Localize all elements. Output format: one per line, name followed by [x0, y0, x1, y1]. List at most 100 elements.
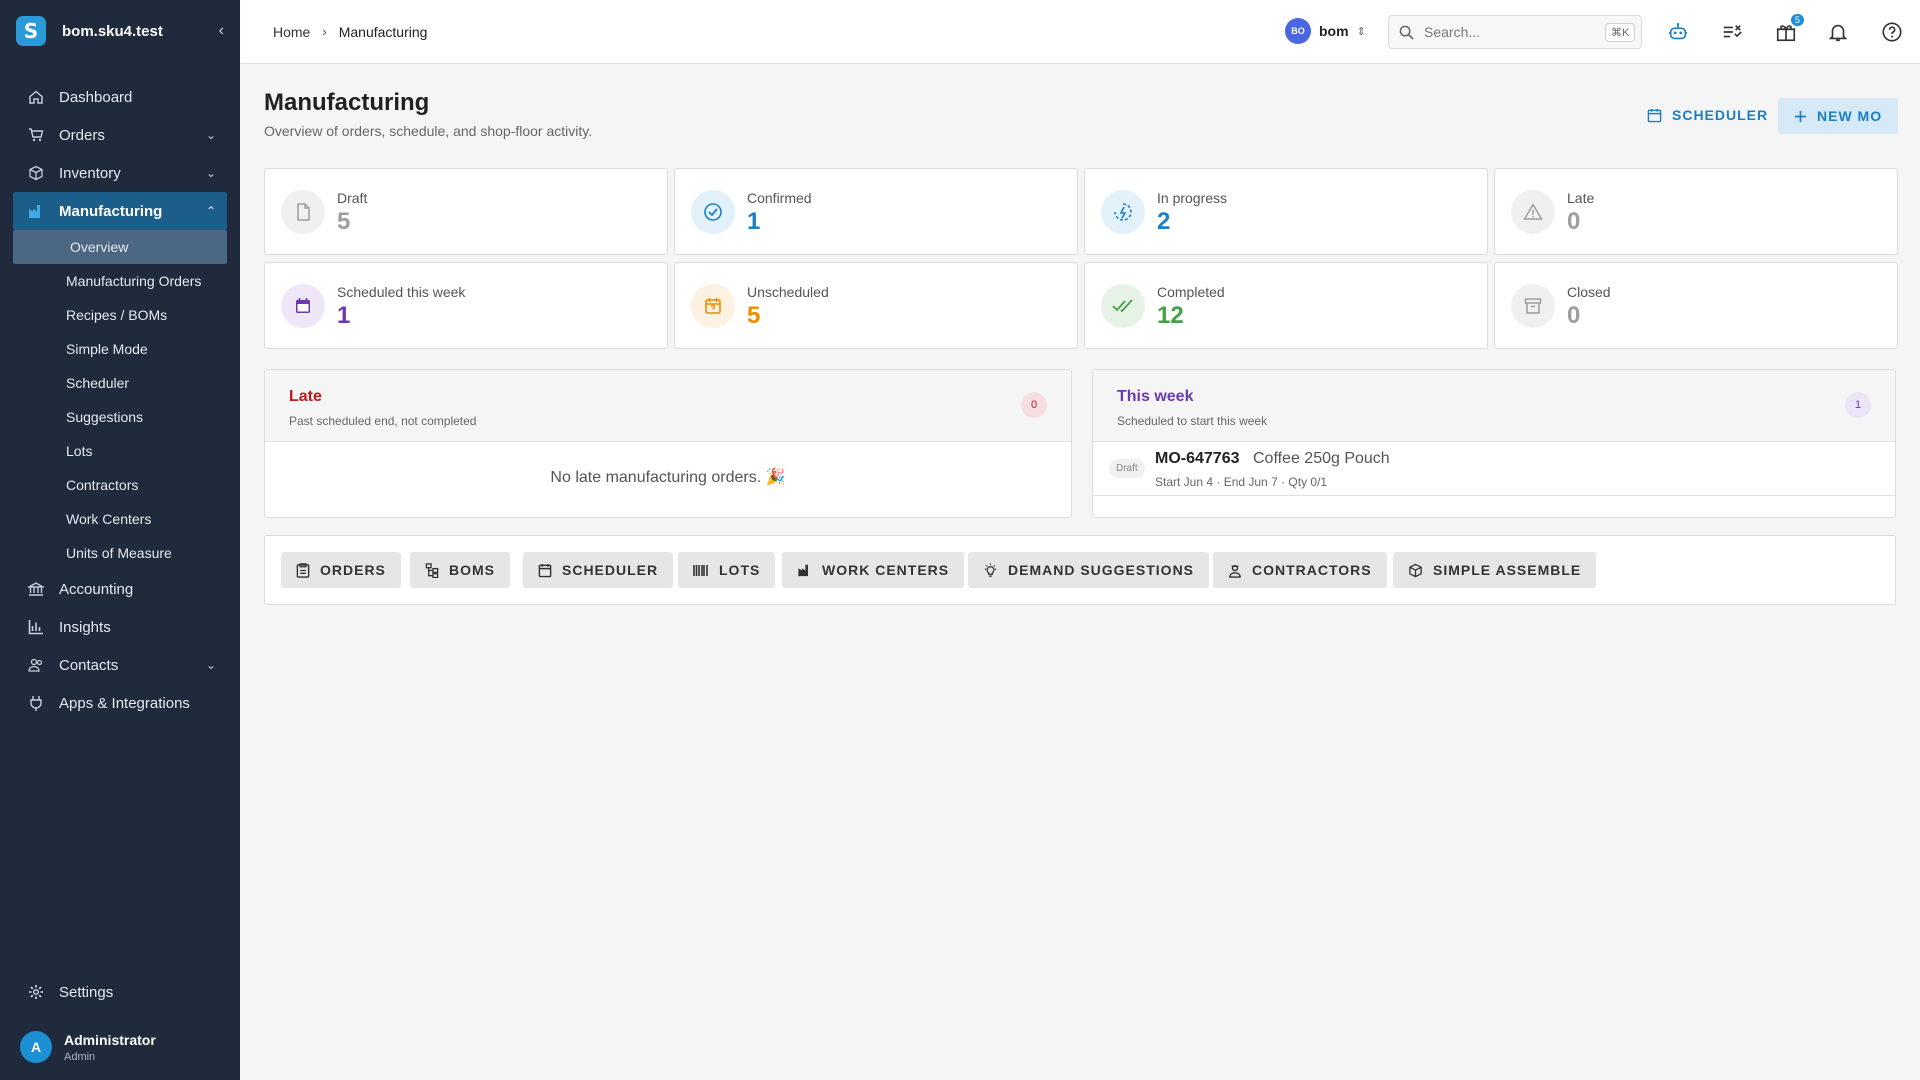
sidebar-header: S bom.sku4.test ‹ [0, 0, 240, 62]
unfold-icon: ⇕ [1356, 25, 1366, 38]
tasks-checklist-icon[interactable] [1720, 20, 1744, 44]
sidebar-item-label: Contacts [59, 656, 119, 674]
demand-suggestions-link-button[interactable]: DEMAND SUGGESTIONS [968, 552, 1210, 588]
organization-name[interactable]: bom.sku4.test [62, 23, 219, 40]
sidebar-subitem-suggestions[interactable]: Suggestions [0, 400, 240, 434]
user-role: Admin [64, 1050, 96, 1063]
sidebar-subitem-scheduler[interactable]: Scheduler [0, 366, 240, 400]
chevron-up-icon: ⌃ [205, 204, 216, 218]
quick-link-label: SIMPLE ASSEMBLE [1433, 562, 1582, 578]
sidebar-subitem-work-centers[interactable]: Work Centers [0, 502, 240, 536]
calendar-icon [538, 563, 552, 578]
sidebar-item-apps-integrations[interactable]: Apps & Integrations [0, 684, 240, 722]
plug-icon [28, 695, 44, 711]
workspace-badge: BO [1285, 18, 1311, 44]
contractors-link-button[interactable]: CONTRACTORS [1213, 552, 1387, 588]
help-icon[interactable] [1880, 20, 1904, 44]
stat-label: Late [1567, 190, 1595, 206]
people-icon [28, 657, 44, 673]
quick-link-label: WORK CENTERS [822, 562, 950, 578]
stat-value: 0 [1567, 302, 1581, 329]
breadcrumb-separator: › [322, 24, 327, 39]
stat-card-closed[interactable]: Closed 0 [1494, 262, 1898, 349]
search-icon [1399, 25, 1414, 40]
chevron-down-icon: ⌄ [205, 658, 216, 672]
stat-value: 1 [337, 302, 351, 329]
avatar: A [20, 1031, 52, 1063]
scheduler-button[interactable]: SCHEDULER [1637, 98, 1778, 132]
breadcrumb-current: Manufacturing [338, 23, 428, 40]
box-icon [28, 165, 44, 181]
stat-card-unscheduled[interactable]: Unscheduled 5 [674, 262, 1078, 349]
stat-value: 1 [747, 208, 761, 235]
chevron-down-icon: ⌄ [205, 166, 216, 180]
app-logo[interactable]: S [16, 16, 46, 46]
stat-card-confirmed[interactable]: Confirmed 1 [674, 168, 1078, 255]
stat-card-completed[interactable]: Completed 12 [1084, 262, 1488, 349]
stat-value: 12 [1157, 302, 1184, 329]
sidebar-subitem-overview[interactable]: Overview [13, 230, 227, 264]
work-centers-link-button[interactable]: WORK CENTERS [782, 552, 965, 588]
user-profile[interactable]: A Administrator Admin [0, 1024, 240, 1070]
sidebar-subitem-units-of-measure[interactable]: Units of Measure [0, 536, 240, 570]
quick-link-label: DEMAND SUGGESTIONS [1008, 562, 1195, 578]
plus-icon [1794, 110, 1807, 123]
sidebar-item-manufacturing[interactable]: Manufacturing ⌃ [13, 192, 227, 230]
sidebar-item-label: Orders [59, 126, 105, 144]
stat-card-scheduled-this-week[interactable]: Scheduled this week 1 [264, 262, 668, 349]
sidebar-subitem-recipes-boms[interactable]: Recipes / BOMs [0, 298, 240, 332]
sidebar-subitem-simple-mode[interactable]: Simple Mode [0, 332, 240, 366]
search-input[interactable] [1424, 24, 1605, 40]
workspace-switcher[interactable]: BO bom ⇕ [1285, 18, 1366, 44]
boms-link-button[interactable]: BOMS [410, 552, 510, 588]
bell-icon[interactable] [1826, 20, 1850, 44]
stat-value: 0 [1567, 208, 1581, 235]
gift-icon[interactable]: 5 [1774, 14, 1804, 44]
mo-number[interactable]: MO-647763 [1155, 450, 1240, 468]
search-box[interactable]: ⌘K [1388, 15, 1642, 49]
sidebar-item-accounting[interactable]: Accounting [0, 570, 240, 608]
sidebar-item-dashboard[interactable]: Dashboard [0, 78, 240, 116]
double-check-icon [1101, 284, 1145, 328]
chevron-left-icon[interactable]: ‹ [219, 22, 224, 40]
breadcrumb-home[interactable]: Home [273, 24, 310, 40]
new-mo-button-label: NEW MO [1817, 108, 1883, 124]
this-week-panel-header: This week Scheduled to start this week 1 [1093, 370, 1895, 442]
stat-card-late[interactable]: Late 0 [1494, 168, 1898, 255]
this-week-panel-title: This week [1117, 388, 1194, 405]
stat-label: In progress [1157, 190, 1228, 206]
new-mo-button[interactable]: NEW MO [1778, 98, 1899, 134]
sidebar-subitem-lots[interactable]: Lots [0, 434, 240, 468]
late-panel-header: Late Past scheduled end, not completed 0 [265, 370, 1071, 442]
sidebar-item-settings[interactable]: Settings [0, 973, 240, 1011]
sidebar-item-label: Inventory [59, 164, 121, 182]
gift-badge: 5 [1790, 14, 1804, 26]
assistant-robot-icon[interactable] [1666, 20, 1690, 44]
stat-label: Closed [1567, 284, 1611, 300]
sidebar-item-label: Apps & Integrations [59, 694, 190, 712]
sidebar-item-inventory[interactable]: Inventory ⌄ [0, 154, 240, 192]
sidebar-subitem-contractors[interactable]: Contractors [0, 468, 240, 502]
stat-card-in-progress[interactable]: In progress 2 [1084, 168, 1488, 255]
sidebar-item-label: Manufacturing [59, 202, 163, 220]
sidebar-item-orders[interactable]: Orders ⌄ [0, 116, 240, 154]
sidebar-item-contacts[interactable]: Contacts ⌄ [0, 646, 240, 684]
stat-card-draft[interactable]: Draft 5 [264, 168, 668, 255]
gear-icon [28, 984, 44, 1000]
clipboard-icon [296, 562, 310, 578]
sidebar-item-insights[interactable]: Insights [0, 608, 240, 646]
sidebar-item-label: Dashboard [59, 88, 133, 106]
list-item[interactable]: Draft MO-647763 Coffee 250g Pouch Start … [1093, 442, 1895, 496]
document-icon [281, 190, 325, 234]
orders-link-button[interactable]: ORDERS [281, 552, 401, 588]
lots-link-button[interactable]: LOTS [678, 552, 776, 588]
cart-icon [28, 127, 44, 143]
calendar-icon [281, 284, 325, 328]
simple-assemble-link-button[interactable]: SIMPLE ASSEMBLE [1393, 552, 1597, 588]
sidebar-subitem-manufacturing-orders[interactable]: Manufacturing Orders [0, 264, 240, 298]
status-badge: Draft [1109, 459, 1145, 478]
late-panel-title: Late [289, 388, 322, 405]
quick-link-label: ORDERS [320, 562, 386, 578]
scheduler-link-button[interactable]: SCHEDULER [523, 552, 674, 588]
bar-chart-icon [28, 619, 44, 635]
